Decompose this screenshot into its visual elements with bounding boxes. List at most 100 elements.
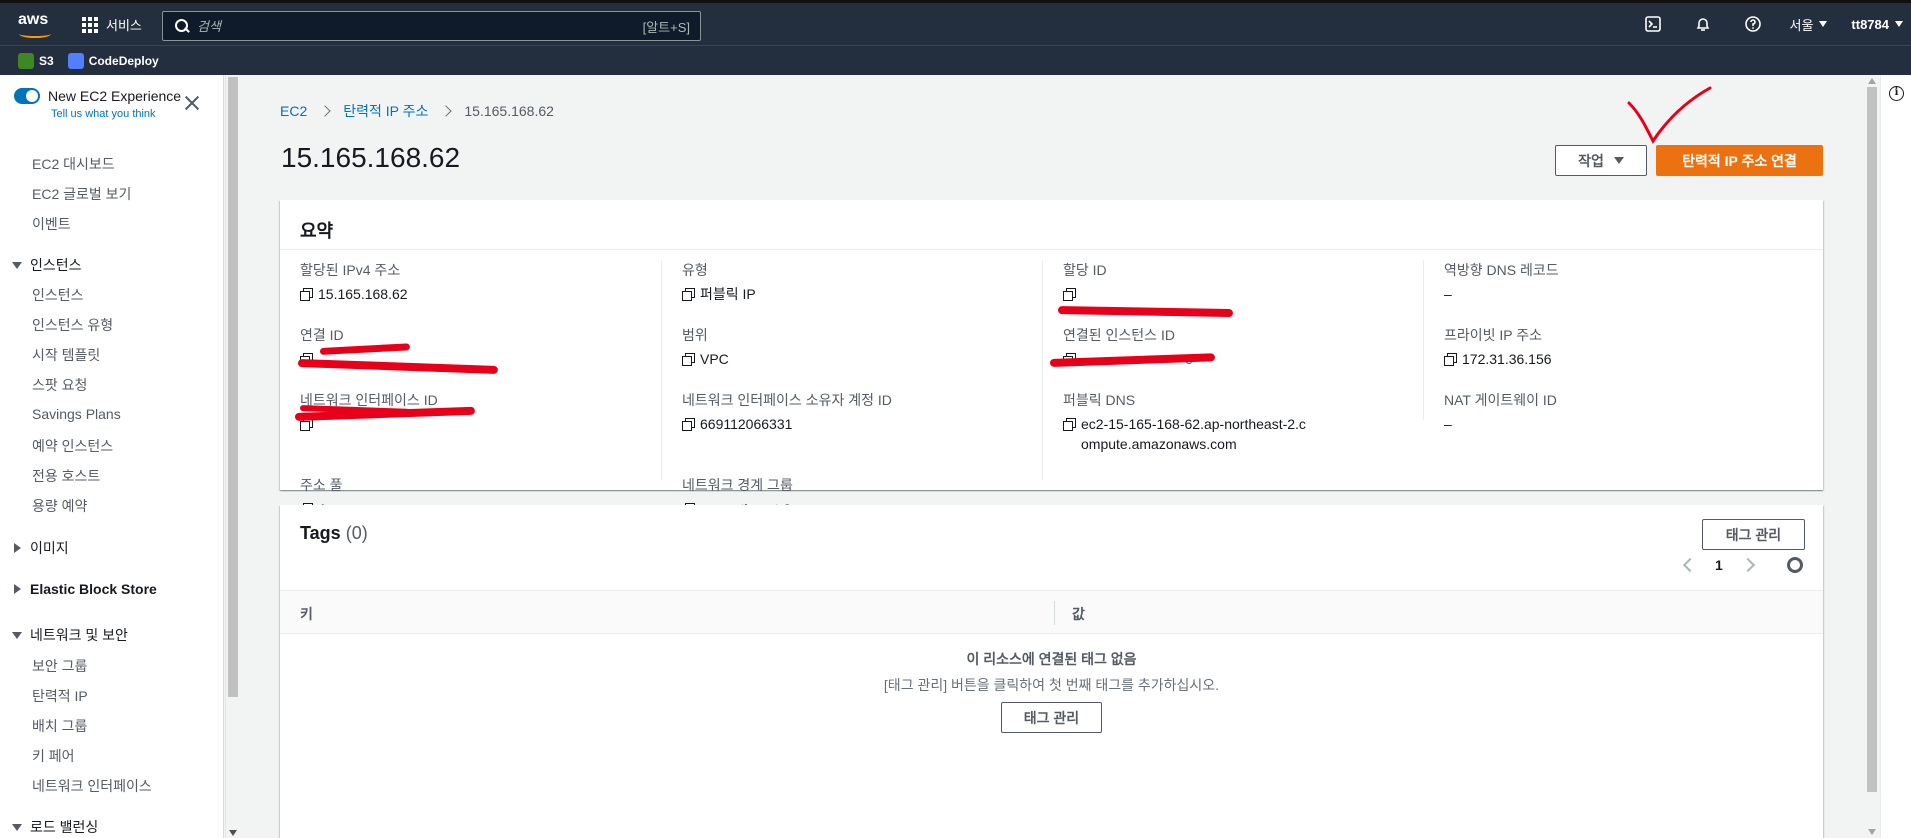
favorite-s3[interactable]: S3 — [18, 52, 54, 69]
sidebar-item-capacity-reservations[interactable]: 용량 예약 — [32, 496, 87, 516]
copy-icon[interactable] — [1444, 353, 1457, 366]
field-label: 주소 풀 — [300, 477, 343, 493]
empty-manage-tags-button[interactable]: 태그 관리 — [1001, 702, 1102, 733]
search-input[interactable] — [197, 18, 643, 34]
favorite-codedeploy[interactable]: CodeDeploy — [67, 52, 159, 69]
sidebar-scrollbar[interactable] — [225, 75, 239, 838]
manage-tags-label: 태그 관리 — [1023, 709, 1080, 726]
field-value: 퍼블릭 IP — [700, 286, 756, 302]
summary-column-3: 할당 ID 연결된 인스턴스 ID e 퍼블릭 DNS ec2-15-165-1… — [1042, 260, 1424, 480]
sidebar-item-launch-templates[interactable]: 시작 템플릿 — [32, 345, 100, 365]
caret-down-icon — [12, 823, 22, 831]
sidebar-item-elastic-ips[interactable]: 탄력적 IP — [32, 686, 88, 706]
field-type: 유형 퍼블릭 IP — [682, 260, 756, 304]
services-menu-button[interactable]: 서비스 — [82, 15, 142, 34]
copy-icon[interactable] — [682, 418, 695, 431]
field-public-dns: 퍼블릭 DNS ec2-15-165-168-62.ap-northeast-2… — [1063, 390, 1313, 454]
field-allocation-id: 할당 ID — [1063, 260, 1107, 301]
sidebar-item-global-view[interactable]: EC2 글로벌 보기 — [32, 184, 131, 204]
info-icon[interactable]: i — [1889, 86, 1904, 101]
sidebar-item-instance-types[interactable]: 인스턴스 유형 — [32, 315, 113, 335]
sidebar-item-reserved-instances[interactable]: 예약 인스턴스 — [32, 436, 113, 456]
copy-icon[interactable] — [300, 288, 313, 301]
field-scope: 범위 VPC — [682, 325, 729, 369]
manage-tags-label: 태그 관리 — [1725, 526, 1782, 543]
caret-right-icon — [14, 584, 21, 594]
scroll-down-arrow[interactable] — [1868, 829, 1876, 835]
sidebar-item-dedicated-hosts[interactable]: 전용 호스트 — [32, 466, 100, 486]
breadcrumb-elastic-ips[interactable]: 탄력적 IP 주소 — [343, 101, 428, 121]
feedback-link[interactable]: Tell us what you think — [51, 108, 156, 120]
chevron-right-icon — [319, 105, 331, 117]
column-header-key[interactable]: 키 — [300, 604, 313, 624]
s3-icon — [18, 52, 34, 69]
chevron-right-icon — [440, 105, 453, 117]
sidebar-item-events[interactable]: 이벤트 — [32, 214, 71, 234]
top-navigation: aws 서비스 [알트+S] 서울 tt8784 — [0, 0, 1911, 45]
summary-title: 요약 — [300, 221, 334, 241]
sidebar-section-network-security[interactable]: 네트워크 및 보안 — [12, 625, 128, 645]
copy-icon[interactable] — [682, 353, 695, 366]
section-label: 네트워크 및 보안 — [30, 627, 128, 643]
field-label: 할당 ID — [1063, 262, 1107, 278]
chevron-left-icon[interactable] — [1682, 557, 1698, 573]
sidebar-section-ebs[interactable]: Elastic Block Store — [12, 581, 157, 597]
sidebar-item-security-groups[interactable]: 보안 그룹 — [32, 656, 87, 676]
cloudshell-icon[interactable] — [1644, 15, 1662, 33]
chevron-down-icon — [1895, 21, 1903, 27]
main-scrollbar[interactable] — [1865, 75, 1879, 838]
chevron-right-icon[interactable] — [1740, 557, 1755, 573]
field-value: – — [1444, 416, 1452, 432]
services-label: 서비스 — [106, 18, 142, 33]
sidebar-item-network-interfaces[interactable]: 네트워크 인터페이스 — [32, 776, 152, 796]
field-value: ec2-15-165-168-62.ap-northeast-2.compute… — [1081, 416, 1306, 452]
main-content: EC2 탄력적 IP 주소 15.165.168.62 15.165.168.6… — [240, 75, 1865, 838]
breadcrumb: EC2 탄력적 IP 주소 15.165.168.62 — [280, 101, 554, 121]
manage-tags-button[interactable]: 태그 관리 — [1702, 519, 1805, 550]
scrollbar-thumb[interactable] — [1867, 87, 1877, 792]
field-nat-gateway: NAT 게이트웨이 ID – — [1444, 390, 1557, 434]
chevron-down-icon — [1819, 21, 1828, 27]
field-value: 172.31.36.156 — [1462, 351, 1552, 367]
scroll-up-arrow[interactable] — [1868, 78, 1876, 84]
sidebar-item-instances[interactable]: 인스턴스 — [32, 285, 84, 305]
field-label: 할당된 IPv4 주소 — [300, 262, 401, 278]
sidebar-item-dashboard[interactable]: EC2 대시보드 — [32, 154, 115, 174]
page-number[interactable]: 1 — [1715, 557, 1723, 573]
copy-icon[interactable] — [1063, 288, 1076, 301]
sidebar-section-load-balancing[interactable]: 로드 밸런싱 — [12, 817, 98, 837]
favorite-label: S3 — [39, 53, 54, 68]
sidebar-item-placement-groups[interactable]: 배치 그룹 — [32, 716, 87, 736]
column-header-value[interactable]: 값 — [1072, 604, 1085, 624]
aws-logo[interactable]: aws — [18, 11, 52, 39]
sidebar-item-key-pairs[interactable]: 키 페어 — [32, 746, 75, 766]
actions-label: 작업 — [1578, 152, 1604, 169]
scrollbar-thumb[interactable] — [228, 77, 238, 697]
field-value: 669112066331 — [700, 416, 793, 432]
column-divider — [1054, 601, 1055, 625]
close-icon[interactable] — [184, 95, 200, 111]
sidebar-section-instances[interactable]: 인스턴스 — [12, 255, 82, 275]
breadcrumb-ec2[interactable]: EC2 — [280, 103, 307, 119]
empty-state-description: [태그 관리] 버튼을 클릭하여 첫 번째 태그를 추가하십시오. — [883, 677, 1220, 693]
codedeploy-icon — [67, 52, 84, 69]
nav-right: 서울 tt8784 — [1628, 3, 1911, 45]
help-icon[interactable] — [1744, 15, 1762, 33]
chevron-down-icon — [1613, 157, 1624, 164]
empty-state-title: 이 리소스에 연결된 태그 없음 — [966, 651, 1137, 667]
breadcrumb-current: 15.165.168.62 — [464, 103, 554, 119]
sidebar-item-spot-requests[interactable]: 스팟 요청 — [32, 375, 87, 395]
region-selector[interactable]: 서울 — [1790, 15, 1828, 34]
gear-icon[interactable] — [1786, 557, 1803, 573]
copy-icon[interactable] — [1063, 418, 1076, 431]
favorite-label: CodeDeploy — [88, 53, 159, 68]
copy-icon[interactable] — [682, 288, 695, 301]
new-experience-toggle[interactable] — [14, 88, 40, 104]
bell-icon[interactable] — [1694, 15, 1712, 33]
search-bar[interactable]: [알트+S] — [162, 11, 701, 41]
sidebar-item-savings-plans[interactable]: Savings Plans — [32, 406, 121, 422]
scroll-down-arrow[interactable] — [229, 830, 237, 836]
sidebar-section-images[interactable]: 이미지 — [12, 538, 69, 558]
search-shortcut-hint: [알트+S] — [642, 19, 690, 35]
account-menu[interactable]: tt8784 — [1851, 17, 1903, 32]
